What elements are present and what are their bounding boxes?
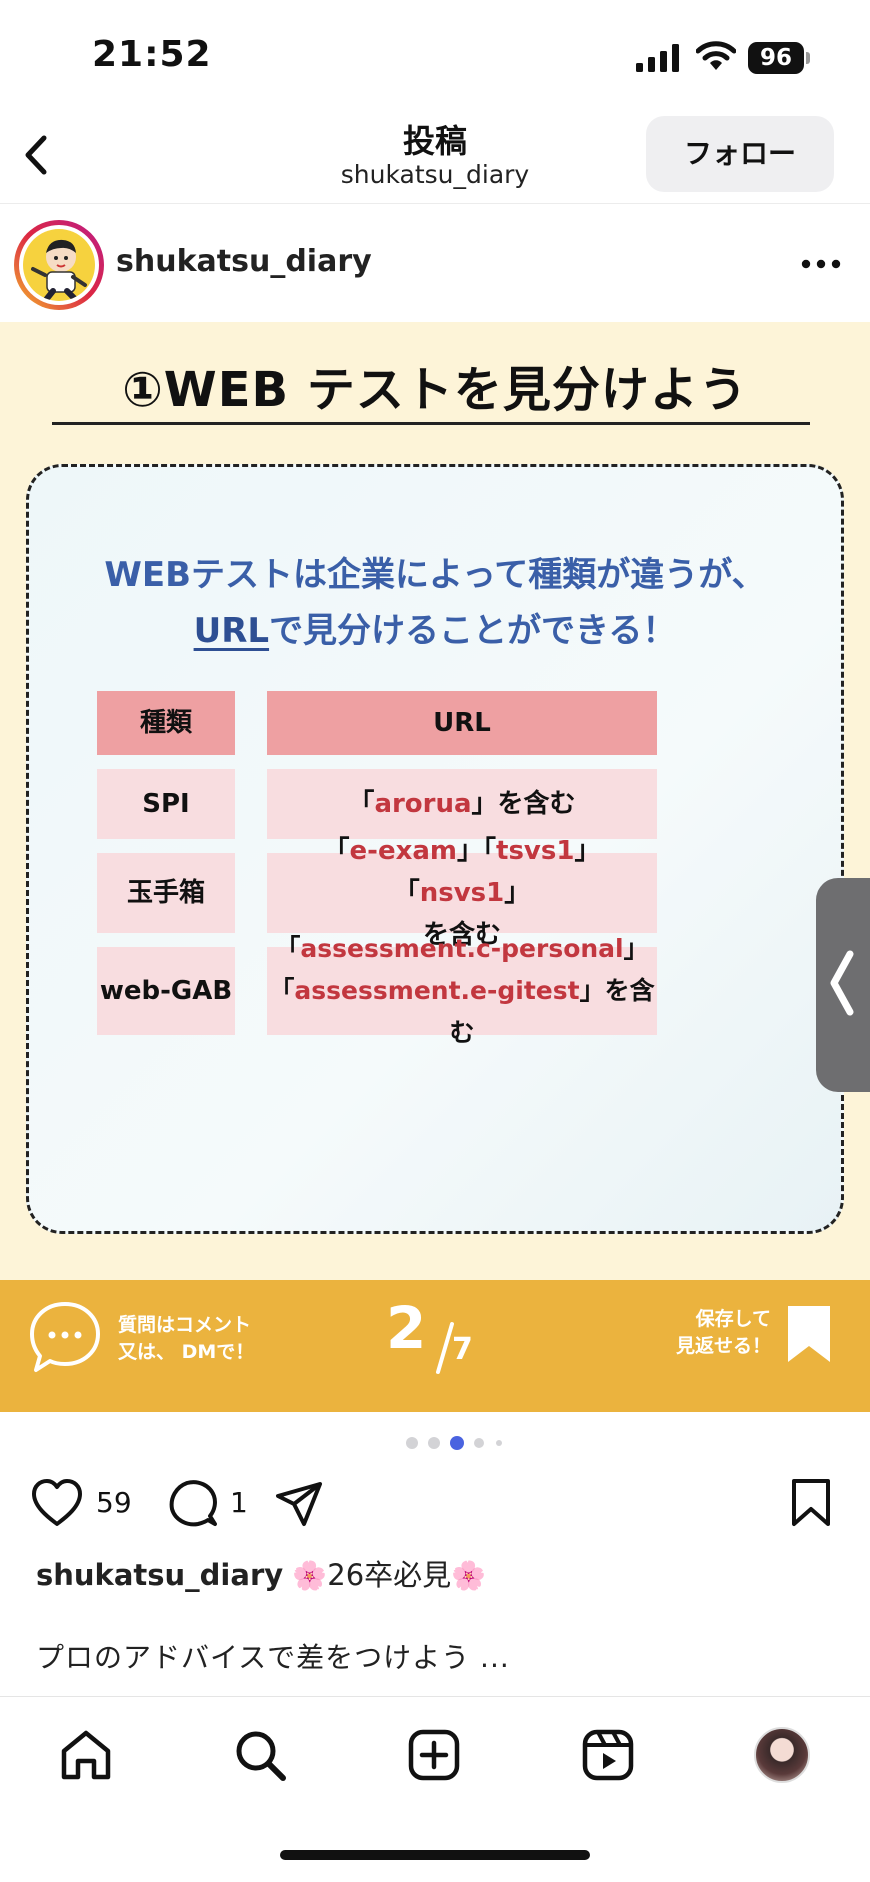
table-row-type: SPI — [97, 769, 235, 839]
carousel-dot — [428, 1437, 440, 1449]
post-username[interactable]: shukatsu_diary — [116, 244, 372, 279]
slide-title: ①WEB テストを見分けよう — [122, 362, 748, 418]
status-bar: 21:52 96 — [0, 0, 870, 110]
like-count[interactable]: 59 — [96, 1486, 132, 1519]
headline-line-2-rest: で見分けることができる！ — [269, 611, 677, 651]
table-row-type: 玉手箱 — [97, 853, 235, 933]
post-image-slide[interactable]: ①WEB テストを見分けよう WEBテストは企業によって種類が違うが、 URLで… — [0, 322, 870, 1412]
carousel-indicator — [404, 1436, 508, 1450]
carousel-dot — [474, 1438, 484, 1448]
table-row-url: 「assessment.c-personal」 「assessment.e-gi… — [267, 934, 657, 1047]
caption-username[interactable]: shukatsu_diary — [36, 1558, 283, 1592]
slide-page-current: 2 — [386, 1294, 427, 1362]
headline-line-1: WEBテストは企業によって種類が違うが、 — [104, 555, 766, 595]
content-card: WEBテストは企業によって種類が違うが、 URLで見分けることができる！ 種類 … — [26, 464, 844, 1234]
carousel-dot — [406, 1437, 418, 1449]
side-panel-handle[interactable] — [816, 878, 870, 1092]
follow-button[interactable]: フォロー — [646, 116, 834, 192]
more-icon[interactable] — [800, 258, 842, 270]
headline-line-2: URLで見分けることができる！ — [29, 603, 841, 659]
caption-tag: 26卒必見 — [327, 1558, 452, 1592]
status-time: 21:52 — [92, 34, 212, 75]
post-header: shukatsu_diary — [0, 204, 870, 322]
cellular-signal-icon — [636, 44, 679, 72]
battery-level: 96 — [748, 42, 804, 74]
search-icon[interactable] — [232, 1727, 288, 1783]
table-header-url: URL — [267, 691, 657, 755]
chevron-left-icon — [830, 950, 854, 1016]
carousel-dot-active — [450, 1436, 464, 1450]
headline-url-word: URL — [193, 611, 270, 651]
band-save-text: 保存して 見返せる！ — [676, 1308, 772, 1357]
reels-icon[interactable] — [580, 1727, 636, 1783]
caption-text[interactable]: プロのアドバイスで差をつけよう ... — [36, 1636, 510, 1676]
wifi-icon — [696, 41, 736, 70]
heart-icon[interactable] — [30, 1478, 84, 1528]
comment-count[interactable]: 1 — [230, 1486, 248, 1519]
title-underline — [52, 422, 810, 425]
slide-footer-band: 質問はコメント 又は、 DMで！ 2 7 保存して 見返せる！ — [0, 1280, 870, 1412]
battery-indicator: 96 — [748, 42, 810, 74]
band-question-text: 質問はコメント 又は、 DMで！ — [118, 1314, 255, 1363]
share-icon[interactable] — [274, 1480, 324, 1528]
table-row-type: web-GAB — [97, 947, 235, 1035]
slide-page-total: 7 — [452, 1332, 473, 1367]
comment-icon[interactable] — [168, 1478, 218, 1528]
table-row-url: 「e-exam」「tsvs1」「nsvs1」 を含む — [267, 836, 657, 950]
home-icon[interactable] — [58, 1727, 114, 1783]
bookmark-icon — [788, 1306, 830, 1362]
post-actions: 59 1 — [0, 1474, 870, 1534]
table-row-url: 「arorua」を含む — [267, 769, 657, 839]
profile-avatar[interactable] — [754, 1727, 810, 1783]
home-indicator — [280, 1850, 590, 1860]
avatar[interactable] — [14, 220, 104, 310]
comment-bubble-icon — [30, 1302, 100, 1372]
carousel-dot — [496, 1440, 502, 1446]
nav-header: 投稿 shukatsu_diary フォロー — [0, 110, 870, 204]
create-icon[interactable] — [406, 1727, 462, 1783]
slide-headline: WEBテストは企業によって種類が違うが、 URLで見分けることができる！ — [29, 547, 841, 659]
avatar-illustration — [23, 229, 95, 301]
table-header-type: 種類 — [97, 691, 235, 755]
flower-emoji: 🌸 — [451, 1559, 487, 1592]
bookmark-icon[interactable] — [790, 1478, 832, 1528]
caption-header: shukatsu_diary 🌸26卒必見🌸 — [36, 1552, 486, 1594]
flower-emoji: 🌸 — [292, 1559, 328, 1592]
